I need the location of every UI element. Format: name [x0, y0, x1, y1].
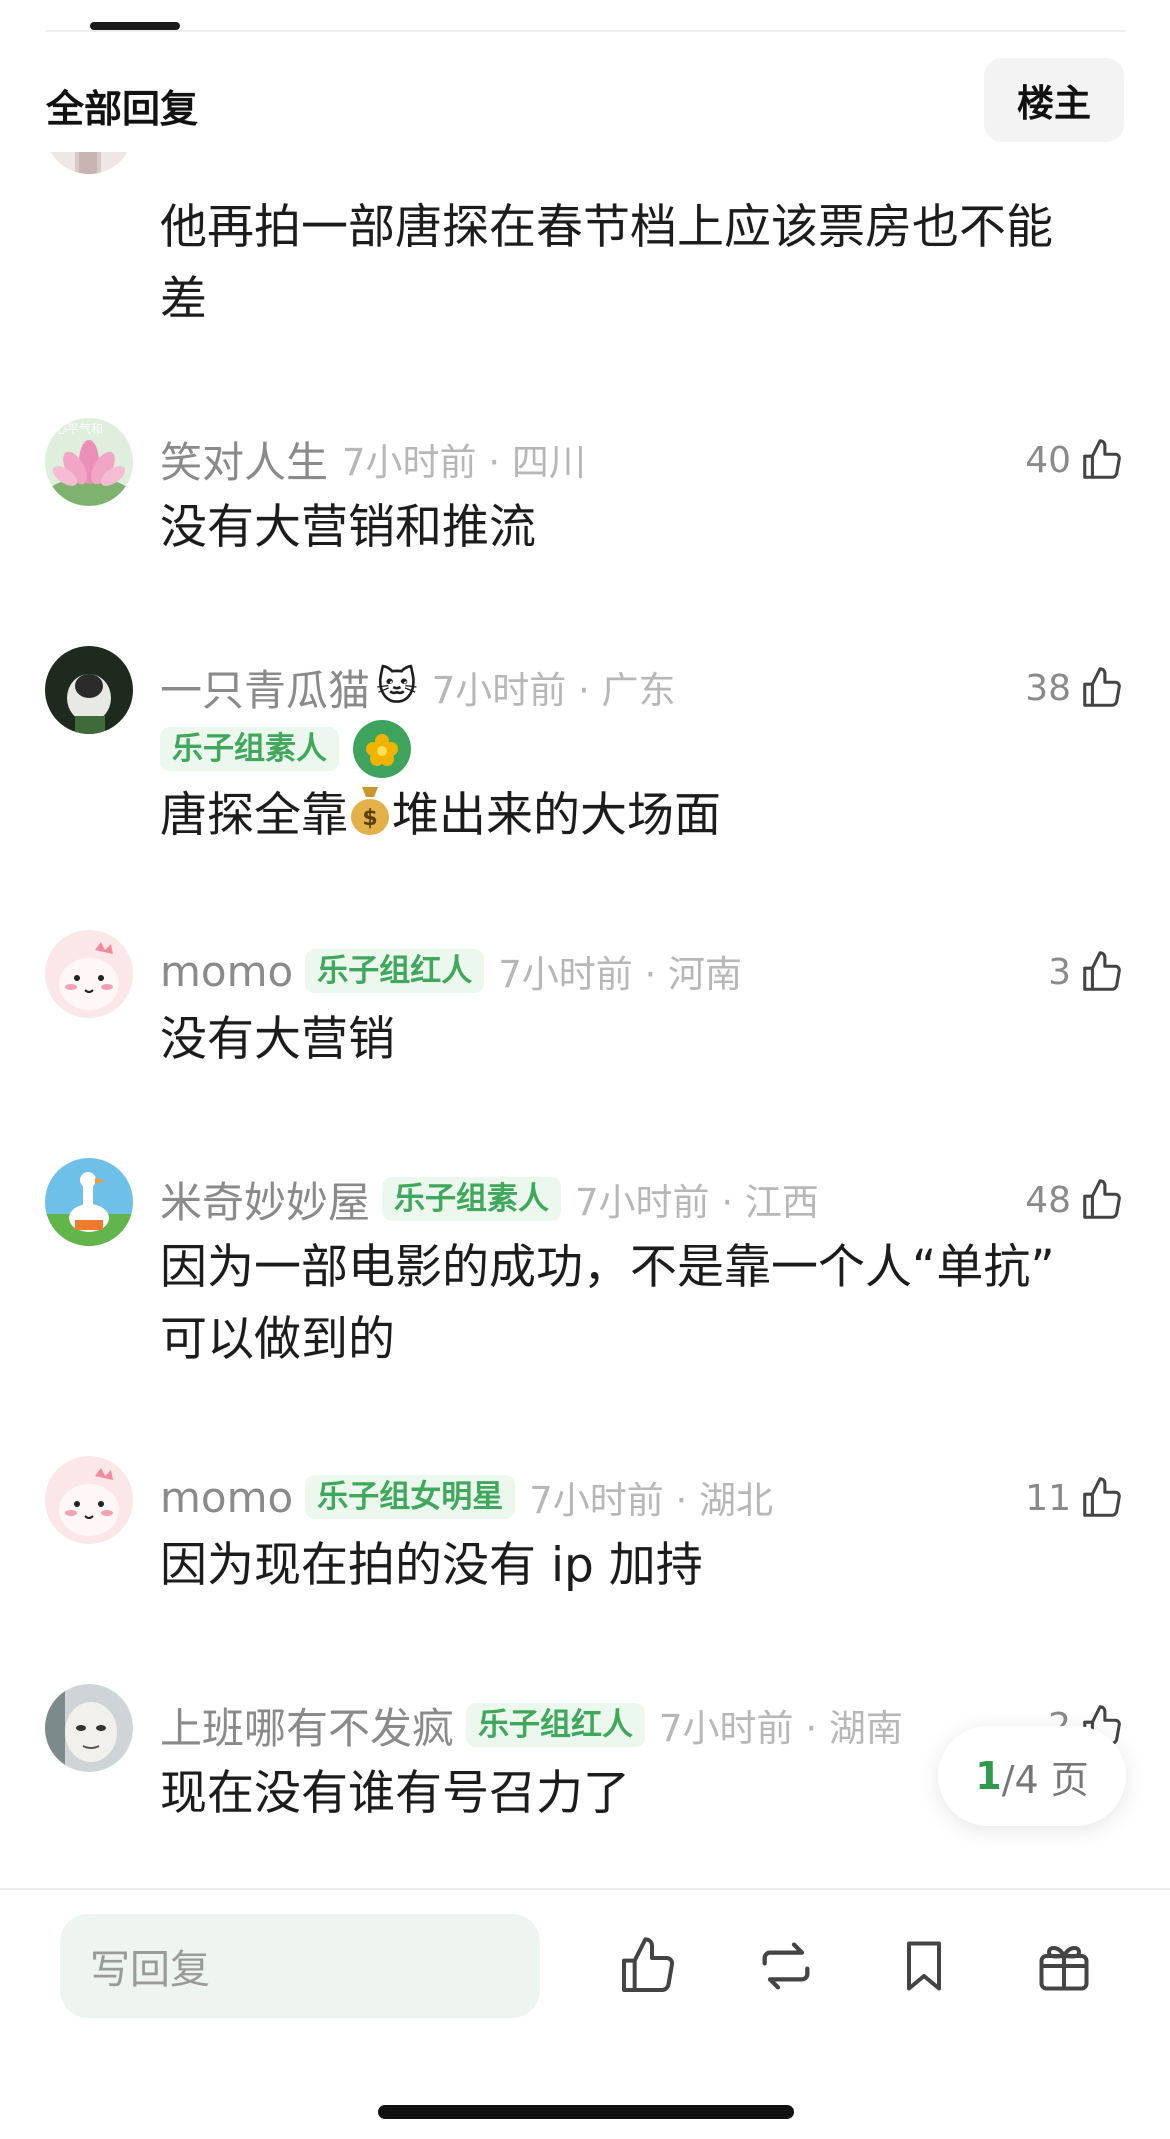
group-badge[interactable]: 乐子组素人	[382, 1177, 562, 1221]
comment-text: 他再拍一部唐探在春节档上应该票房也不能差	[160, 200, 1053, 327]
group-badge[interactable]: 乐子组素人	[160, 727, 339, 771]
page-title: 全部回复	[46, 87, 199, 131]
avatar[interactable]	[45, 1684, 133, 1772]
total-pages: /4 页	[1001, 1757, 1089, 1802]
comment-text: 因为现在拍的没有 ip 加持	[160, 1538, 703, 1593]
thumbs-up-icon	[1083, 667, 1121, 707]
comment-text: 没有大营销和推流	[160, 500, 536, 555]
time-location: 7小时前 · 河南	[498, 953, 743, 996]
thumbs-up-icon	[1083, 439, 1121, 479]
op-only-button[interactable]: 楼主	[984, 58, 1124, 142]
time-location: 7小时前 · 广东	[431, 669, 676, 712]
group-badge[interactable]: 乐子组女明星	[305, 1475, 516, 1519]
money-bag-icon: $	[351, 787, 389, 835]
username[interactable]: 笑对人生	[160, 429, 328, 490]
comment-meta: momo 乐子组女明星 7小时前 · 湖北	[160, 1470, 773, 1524]
group-badge[interactable]: 乐子组红人	[466, 1703, 646, 1747]
replies-header: 全部回复 楼主	[0, 42, 1170, 152]
avatar[interactable]	[45, 1456, 133, 1544]
cat-emoji: 🐱	[376, 664, 418, 710]
reply-input[interactable]: 写回复	[60, 1914, 540, 2018]
like-button[interactable]: 3	[1048, 944, 1125, 1000]
avatar[interactable]	[45, 646, 133, 734]
like-button[interactable]: 11	[1025, 1470, 1125, 1526]
like-button[interactable]: 38	[1025, 660, 1125, 716]
time-location: 7小时前 · 四川	[342, 441, 586, 484]
flower-badge-icon	[353, 720, 411, 778]
like-count: 48	[1025, 1179, 1071, 1221]
current-page: 1	[975, 1754, 1002, 1798]
comment-text: 因为一部电影的成功，不是靠一个人“单抗” 可以做到的	[160, 1240, 1055, 1367]
comment-meta: 米奇妙妙屋 乐子组素人 7小时前 · 江西	[160, 1172, 819, 1227]
svg-text:$: $	[362, 806, 377, 831]
bookmark-icon[interactable]	[888, 1930, 960, 2002]
avatar[interactable]	[45, 1158, 133, 1246]
comment-meta: 一只青瓜猫 🐱 7小时前 · 广东	[160, 660, 676, 715]
thumbs-up-icon[interactable]	[612, 1930, 684, 2002]
like-count: 40	[1025, 439, 1071, 481]
goose-avatar-icon	[45, 1158, 133, 1246]
avatar[interactable]: 心平气和	[45, 418, 133, 506]
page-indicator[interactable]: 1 /4 页	[938, 1726, 1126, 1826]
like-count: 11	[1025, 1477, 1071, 1519]
like-count: 3	[1048, 951, 1071, 993]
time-location: 7小时前 · 湖北	[529, 1479, 774, 1522]
thumbs-up-icon	[1083, 1477, 1121, 1517]
face-avatar-icon	[45, 1684, 133, 1772]
group-badge[interactable]: 乐子组红人	[305, 949, 485, 993]
time-location: 7小时前 · 江西	[575, 1181, 819, 1224]
username[interactable]: 米奇妙妙屋	[160, 1169, 370, 1230]
thumbs-up-icon	[1083, 1179, 1121, 1219]
comment-meta: 上班哪有不发疯 乐子组红人 7小时前 · 湖南	[160, 1698, 903, 1753]
repost-icon[interactable]	[750, 1930, 822, 2002]
time-location: 7小时前 · 湖南	[659, 1707, 903, 1750]
gift-icon[interactable]	[1028, 1930, 1100, 2002]
username[interactable]: 上班哪有不发疯	[160, 1695, 454, 1756]
like-count: 38	[1025, 667, 1071, 709]
home-indicator[interactable]	[378, 2105, 794, 2119]
badge-row: 乐子组素人	[160, 720, 411, 778]
username[interactable]: momo	[160, 1473, 293, 1522]
divider	[45, 30, 1125, 32]
comment-meta: 笑对人生 7小时前 · 四川	[160, 432, 586, 487]
avatar[interactable]	[45, 930, 133, 1018]
username[interactable]: momo	[160, 947, 293, 996]
comment-meta: momo 乐子组红人 7小时前 · 河南	[160, 944, 742, 998]
drag-handle[interactable]	[90, 22, 180, 30]
like-button[interactable]: 40	[1025, 432, 1125, 488]
like-button[interactable]: 48	[1025, 1172, 1125, 1228]
pink-character-avatar-icon	[45, 930, 133, 1018]
pink-character-avatar-icon	[45, 1456, 133, 1544]
cat-avatar-icon	[45, 646, 133, 734]
comment-text: 唐探全靠 $ 堆出来的大场面	[160, 780, 1092, 852]
username[interactable]: 一只青瓜猫	[160, 657, 370, 718]
bottom-action-bar: 写回复	[0, 1888, 1170, 2139]
comment-text: 没有大营销	[160, 1012, 395, 1067]
thumbs-up-icon	[1083, 951, 1121, 991]
